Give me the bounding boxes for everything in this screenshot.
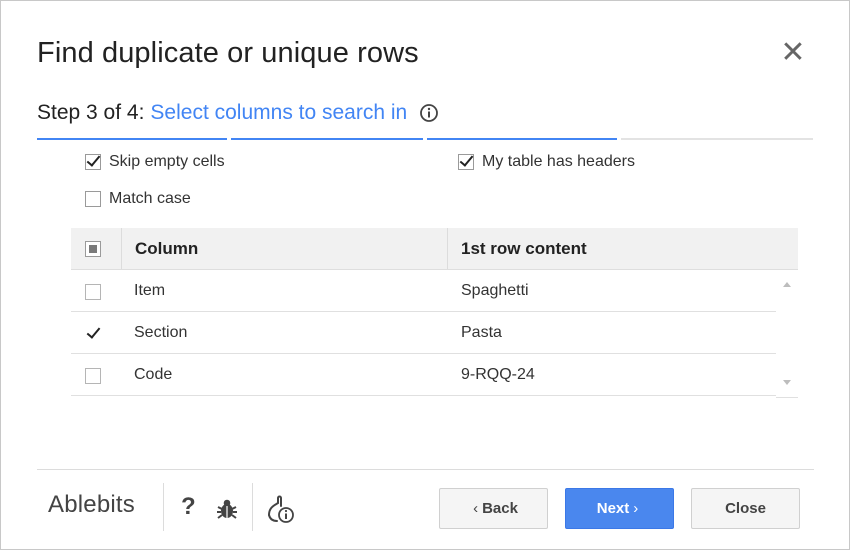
back-button-label: Back (482, 500, 518, 517)
bug-icon[interactable] (215, 497, 239, 526)
step-prefix: Step 3 of 4: (37, 101, 145, 124)
table-header: Column 1st row content (71, 228, 798, 270)
dialog: Find duplicate or unique rows ✕ Step 3 o… (0, 0, 850, 550)
table-has-headers-option[interactable]: My table has headers (458, 153, 635, 171)
row-column-name: Code (134, 366, 173, 383)
footer-divider (37, 469, 814, 470)
back-button[interactable]: ‹ Back (439, 488, 548, 529)
table-has-headers-checkbox[interactable] (458, 154, 474, 170)
info-icon[interactable] (419, 103, 439, 123)
next-button[interactable]: Next › (565, 488, 674, 529)
progress-segment-2 (231, 138, 423, 140)
scroll-down-icon[interactable] (783, 380, 791, 385)
column-header[interactable]: Column (135, 228, 198, 269)
table-row[interactable]: Item Spaghetti (71, 270, 776, 312)
scroll-up-icon[interactable] (783, 282, 791, 287)
columns-table: Column 1st row content Item Spaghetti Se… (71, 228, 798, 398)
brand-logo: Ablebits (48, 491, 135, 518)
footer-separator (252, 483, 253, 531)
table-has-headers-label: My table has headers (482, 153, 635, 170)
chevron-left-icon: ‹ (473, 500, 479, 517)
table-row[interactable]: Section Pasta (71, 312, 776, 354)
feedback-info-icon[interactable] (265, 495, 297, 530)
row-first-content: Pasta (461, 324, 502, 341)
match-case-option[interactable]: Match case (85, 190, 191, 208)
progress-segment-3 (427, 138, 617, 140)
progress-segment-1 (37, 138, 227, 140)
dialog-title: Find duplicate or unique rows (37, 37, 419, 69)
close-button-label: Close (725, 500, 766, 517)
table-scrollbar[interactable] (776, 270, 798, 398)
content-header[interactable]: 1st row content (461, 228, 587, 269)
row-checkbox[interactable] (85, 284, 101, 300)
row-checkbox[interactable] (85, 368, 101, 384)
skip-empty-cells-label: Skip empty cells (109, 153, 225, 170)
progress-segment-4 (621, 138, 813, 140)
row-first-content: Spaghetti (461, 282, 529, 299)
next-button-label: Next (596, 500, 630, 517)
skip-empty-cells-checkbox[interactable] (85, 154, 101, 170)
close-icon[interactable]: ✕ (779, 38, 807, 68)
row-first-content: 9-RQQ-24 (461, 366, 535, 383)
table-row[interactable]: Code 9-RQQ-24 (71, 354, 776, 396)
row-column-name: Item (134, 282, 166, 299)
step-label: Select columns to search in (150, 101, 408, 124)
chevron-right-icon: › (633, 500, 639, 517)
match-case-label: Match case (109, 190, 191, 207)
close-button[interactable]: Close (691, 488, 800, 529)
footer-separator (163, 483, 164, 531)
skip-empty-cells-option[interactable]: Skip empty cells (85, 153, 225, 171)
select-all-checkbox[interactable] (85, 241, 101, 257)
match-case-checkbox[interactable] (85, 191, 101, 207)
help-icon[interactable]: ? (181, 493, 196, 521)
row-column-name: Section (134, 324, 188, 341)
row-checkbox[interactable] (85, 326, 101, 342)
step-indicator: Step 3 of 4: Select columns to search in (37, 101, 439, 125)
